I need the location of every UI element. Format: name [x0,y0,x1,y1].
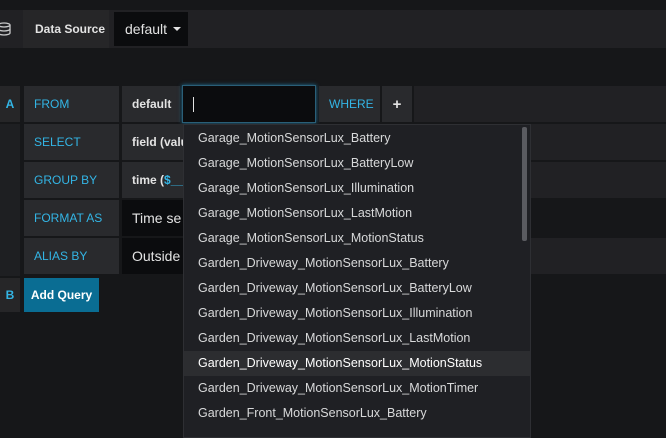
select-field[interactable]: field (valu [122,124,192,160]
groupby-row-filler [530,162,666,198]
add-where-button[interactable]: + [382,86,412,122]
dropdown-item[interactable]: Garage_MotionSensorLux_Illumination [184,176,530,201]
datasource-picker-value: default [125,21,168,37]
dropdown-item[interactable]: Garden_Driveway_MotionSensorLux_Illumina… [184,301,530,326]
where-label: WHERE [319,86,380,122]
dropdown-list: Garage_MotionSensorLux_Battery Garage_Mo… [184,125,530,426]
groupby-time[interactable]: time ($__ [122,162,192,198]
add-query-button[interactable]: Add Query [24,278,99,312]
dropdown-item[interactable]: Garden_Driveway_MotionSensorLux_MotionTi… [184,376,530,401]
groupby-label: GROUP BY [24,162,119,198]
query-a-letter-gutter [0,124,20,276]
query-b-letter: B [0,278,20,312]
measurement-dropdown: Garage_MotionSensorLux_Battery Garage_Mo… [183,124,531,438]
measurement-input[interactable] [182,85,316,123]
text-cursor [193,96,194,112]
from-label: FROM [24,86,119,122]
datasource-picker[interactable]: default [114,12,188,46]
groupby-time-prefix: time ( [132,173,165,187]
datasource-label: Data Source [23,10,109,48]
groupby-time-var: $__ [164,173,185,187]
alias-label: ALIAS BY [24,238,119,274]
dropdown-item[interactable]: Garden_Front_MotionSensorLux_Battery [184,401,530,426]
dropdown-item[interactable]: Garden_Driveway_MotionSensorLux_Battery [184,251,530,276]
query-a-letter[interactable]: A [0,86,20,122]
dropdown-item[interactable]: Garden_Driveway_MotionSensorLux_MotionSt… [184,351,530,376]
from-row-filler [414,86,666,122]
from-policy[interactable]: default [122,86,180,122]
dropdown-item[interactable]: Garage_MotionSensorLux_BatteryLow [184,151,530,176]
alias-row-filler [530,238,666,274]
select-row-filler [530,124,666,160]
dropdown-item[interactable]: Garage_MotionSensorLux_MotionStatus [184,226,530,251]
dropdown-scrollbar[interactable] [522,127,527,241]
format-select[interactable]: Time se [122,200,192,236]
select-label: SELECT [24,124,119,160]
dropdown-item[interactable]: Garden_Driveway_MotionSensorLux_BatteryL… [184,276,530,301]
alias-input[interactable]: Outside [122,238,192,274]
caret-down-icon [173,27,182,31]
dropdown-item[interactable]: Garage_MotionSensorLux_Battery [184,126,530,151]
database-icon [0,22,11,36]
format-label: FORMAT AS [24,200,119,236]
dropdown-item[interactable]: Garage_MotionSensorLux_LastMotion [184,201,530,226]
dropdown-item[interactable]: Garden_Driveway_MotionSensorLux_LastMoti… [184,326,530,351]
